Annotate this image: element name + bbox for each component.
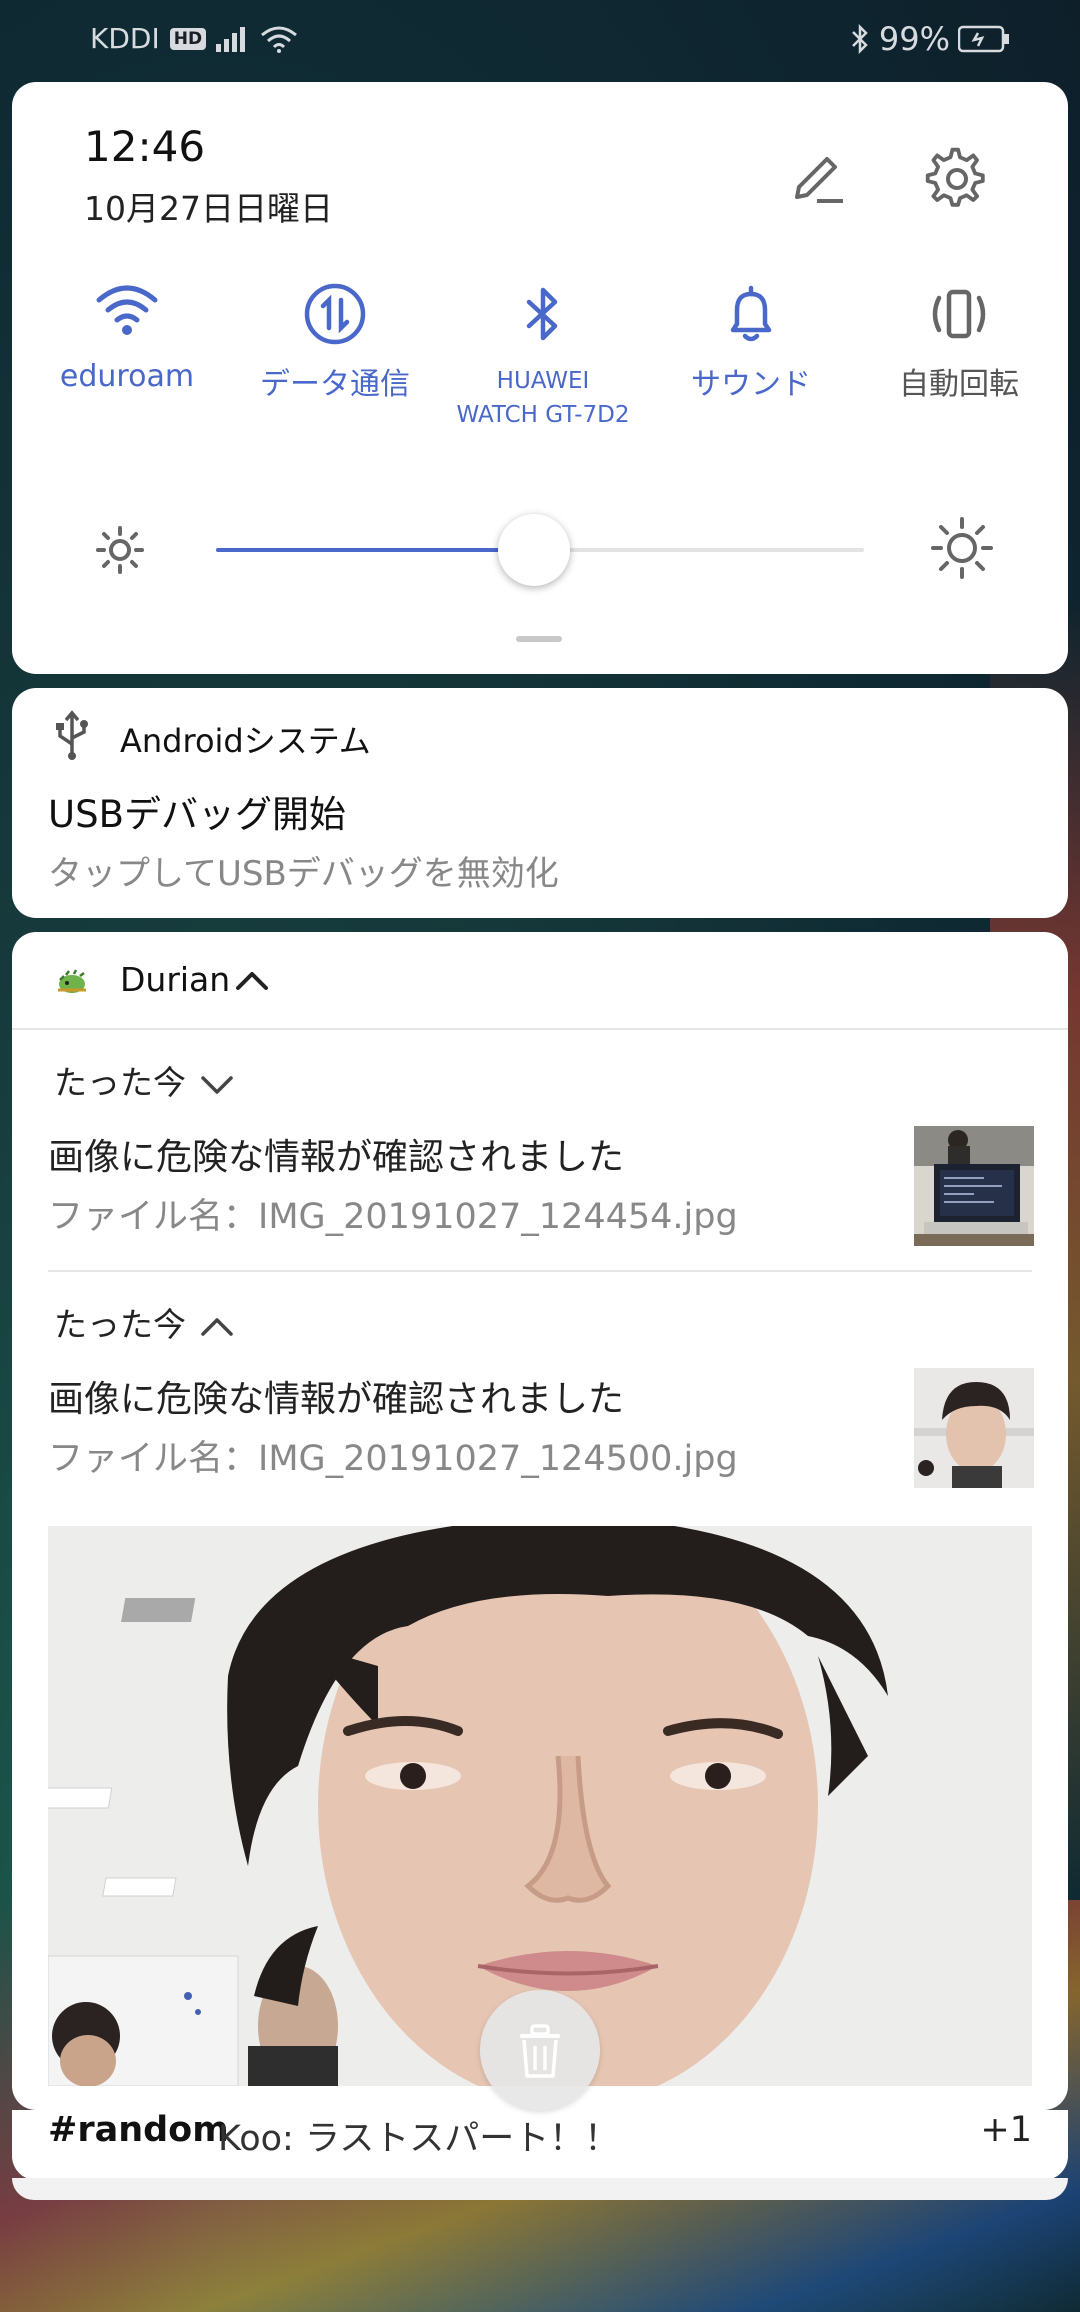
wifi-status-icon xyxy=(261,26,298,53)
quick-settings-panel: 12:46 10月27日日曜日 eduroam データ通信 HUAWEI WAT… xyxy=(12,82,1068,674)
date[interactable]: 10月27日日曜日 xyxy=(84,182,333,230)
battery-icon xyxy=(958,25,1009,53)
more-count: +1 xyxy=(980,2110,1032,2150)
notification-time: たった今 xyxy=(54,1298,237,1346)
durian-app-icon xyxy=(58,969,86,993)
brightness-thumb[interactable] xyxy=(497,514,570,586)
tile-bluetooth-label: HUAWEI WATCH GT-7D2 xyxy=(456,368,630,428)
notification-title[interactable]: 画像に危険な情報が確認されました xyxy=(48,1370,624,1422)
brightness-low-icon xyxy=(96,526,144,574)
panel-drag-handle[interactable] xyxy=(516,636,562,642)
bell-icon xyxy=(730,285,772,342)
clear-notifications-button[interactable] xyxy=(480,1990,600,2110)
stacked-notification-edge xyxy=(12,2178,1068,2200)
brightness-fill xyxy=(216,548,534,552)
notification-thumbnail-laptop xyxy=(914,1126,1034,1246)
notification-thumbnail-portrait xyxy=(914,1368,1034,1488)
notification-body: ファイル名：IMG_20191027_124454.jpg xyxy=(48,1197,738,1237)
durian-header[interactable]: Durian xyxy=(12,932,1068,1030)
battery-percent: 99% xyxy=(878,20,950,58)
random-channel-notification[interactable]: #random Koo: ラストスパート！！ +1 xyxy=(12,2110,1068,2180)
notification-divider xyxy=(48,1270,1032,1272)
settings-gear-icon[interactable] xyxy=(922,144,992,214)
tile-mobile-data[interactable]: データ通信 xyxy=(230,282,440,402)
edit-icon[interactable] xyxy=(782,144,852,214)
tile-sound[interactable]: サウンド xyxy=(646,282,856,402)
chevron-up-icon[interactable] xyxy=(197,1312,237,1342)
usb-body: タップしてUSBデバッグを無効化 xyxy=(48,854,559,894)
durian-app-name: Durian xyxy=(120,960,231,999)
channel-name: #random xyxy=(48,2110,229,2150)
hd-badge: HD xyxy=(169,27,207,50)
durian-notification-group: Durian たった今 画像に危険な情報が確認されました ファイル名：IMG_2… xyxy=(12,932,1068,2110)
usb-icon xyxy=(56,710,88,760)
signal-icon xyxy=(216,26,246,52)
brightness-high-icon xyxy=(931,517,993,579)
mobile-data-icon xyxy=(304,283,366,345)
trash-icon xyxy=(520,2024,560,2078)
tile-mobile-data-label: データ通信 xyxy=(260,367,410,402)
tile-auto-rotate[interactable]: 自動回転 xyxy=(854,282,1064,402)
clock: 12:46 xyxy=(84,122,206,171)
tile-auto-rotate-label: 自動回転 xyxy=(899,367,1019,402)
bluetooth-status-icon xyxy=(851,23,868,55)
tile-bluetooth[interactable]: HUAWEI WATCH GT-7D2 xyxy=(438,282,648,432)
wifi-icon xyxy=(96,285,158,335)
tile-wifi-label: eduroam xyxy=(59,359,195,394)
chevron-down-icon[interactable] xyxy=(197,1070,237,1100)
channel-message: Koo: ラストスパート！！ xyxy=(218,2119,620,2159)
tile-wifi[interactable]: eduroam xyxy=(22,282,232,394)
usb-title: USBデバッグ開始 xyxy=(48,793,346,836)
tile-sound-label: サウンド xyxy=(691,367,811,402)
status-bar: KDDI HD 99% xyxy=(0,0,1080,80)
notification-body: ファイル名：IMG_20191027_124500.jpg xyxy=(48,1439,738,1479)
notification-title[interactable]: 画像に危険な情報が確認されました xyxy=(48,1128,624,1180)
chevron-up-icon[interactable] xyxy=(232,960,272,1000)
carrier-label: KDDI xyxy=(90,22,160,55)
brightness-slider[interactable] xyxy=(216,514,864,586)
notification-time: たった今 xyxy=(54,1056,237,1104)
usb-app-name: Androidシステム xyxy=(120,722,371,760)
auto-rotate-icon xyxy=(932,289,986,339)
bluetooth-icon xyxy=(526,287,558,341)
usb-debug-notification[interactable]: Androidシステム USBデバッグ開始 タップしてUSBデバッグを無効化 xyxy=(12,688,1068,918)
